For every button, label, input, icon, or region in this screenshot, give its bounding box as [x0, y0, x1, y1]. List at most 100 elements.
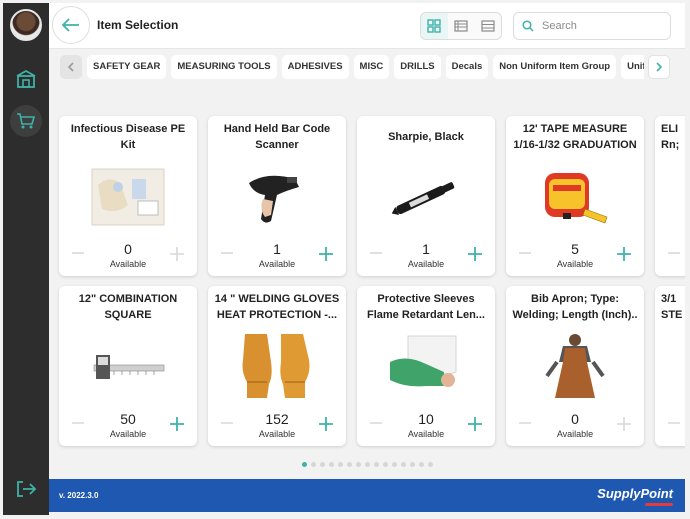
pe-kit-image: [83, 162, 173, 232]
page-dot[interactable]: [427, 462, 433, 467]
availability-label: Available: [258, 429, 296, 439]
page-dot[interactable]: [355, 462, 361, 467]
list-view-button[interactable]: [448, 13, 475, 39]
plus-icon: [319, 417, 333, 431]
increase-qty-button[interactable]: [467, 416, 483, 432]
version-label: v. 2022.3.0: [59, 491, 99, 500]
home-button[interactable]: [10, 63, 42, 95]
app-window: Item Selection Search SAFETY GEAR MEASUR…: [0, 0, 690, 519]
item-name: Protective Sleeves Flame Retardant Len..…: [367, 293, 485, 321]
page-dot[interactable]: [418, 462, 424, 467]
minus-icon: [221, 422, 233, 424]
minus-icon: [221, 252, 233, 254]
logout-button[interactable]: [10, 473, 42, 505]
decrease-qty-button[interactable]: [220, 246, 234, 260]
increase-qty-button[interactable]: [169, 416, 185, 432]
search-input[interactable]: [542, 20, 662, 32]
table-view-button[interactable]: [474, 13, 501, 39]
table-icon: [481, 20, 495, 32]
availability-label: Available: [109, 429, 147, 439]
plus-icon: [468, 417, 482, 431]
item-card[interactable]: Infectious Disease PE Kit 0 Available: [59, 116, 197, 276]
item-card[interactable]: Sharpie, Black 1 Available: [357, 116, 495, 276]
page-dot[interactable]: [337, 462, 343, 467]
category-chip[interactable]: Uniform: [621, 55, 644, 79]
item-quantity: 0: [124, 241, 132, 257]
increase-qty-button[interactable]: [169, 246, 185, 262]
category-chip[interactable]: SAFETY GEAR: [87, 55, 167, 79]
category-chip[interactable]: MISC: [353, 55, 390, 79]
increase-qty-button[interactable]: [467, 246, 483, 262]
chevron-right-icon: [656, 62, 663, 72]
search-icon: [522, 20, 534, 32]
user-avatar[interactable]: [10, 9, 42, 41]
decrease-qty-button[interactable]: [220, 416, 234, 430]
back-button[interactable]: [52, 6, 90, 44]
arrow-left-icon: [62, 18, 79, 32]
page-dot[interactable]: [373, 462, 379, 467]
item-card-partial[interactable]: ELI Rn;: [655, 116, 685, 276]
minus-icon: [370, 252, 382, 254]
cart-button[interactable]: [10, 105, 42, 137]
page-dot[interactable]: [346, 462, 352, 467]
increase-qty-button[interactable]: [318, 246, 334, 262]
item-name: Sharpie, Black: [388, 131, 464, 143]
category-scroll-left-button[interactable]: [60, 55, 82, 79]
increase-qty-button[interactable]: [616, 246, 632, 262]
plus-icon: [170, 417, 184, 431]
page-dot[interactable]: [301, 462, 307, 467]
item-card-partial[interactable]: 3/1 STE: [655, 286, 685, 446]
minus-icon: [519, 252, 531, 254]
item-card[interactable]: Hand Held Bar Code Scanner 1 Available: [208, 116, 346, 276]
category-chip[interactable]: Non Uniform Item Group: [493, 55, 617, 79]
page-dot[interactable]: [382, 462, 388, 467]
decrease-qty-button[interactable]: [667, 416, 681, 430]
item-name: 12" COMBINATION SQUARE: [78, 293, 178, 321]
category-chip[interactable]: MEASURING TOOLS: [171, 55, 277, 79]
page-dot[interactable]: [400, 462, 406, 467]
tape-measure-image: [530, 162, 620, 232]
decrease-qty-button[interactable]: [71, 246, 85, 260]
item-card[interactable]: 12" COMBINATION SQUARE 50 Available: [59, 286, 197, 446]
minus-icon: [668, 252, 680, 254]
decrease-qty-button[interactable]: [518, 246, 532, 260]
plus-icon: [319, 247, 333, 261]
availability-label: Available: [407, 259, 445, 269]
decrease-qty-button[interactable]: [369, 416, 383, 430]
plus-icon: [170, 247, 184, 261]
category-chip[interactable]: Decals: [445, 55, 489, 79]
minus-icon: [72, 252, 84, 254]
item-name: 12' TAPE MEASURE 1/16-1/32 GRADUATION BE…: [513, 123, 637, 151]
decrease-qty-button[interactable]: [518, 416, 532, 430]
grid-view-button[interactable]: [421, 13, 448, 39]
category-chip[interactable]: ADHESIVES: [281, 55, 349, 79]
category-bar: SAFETY GEAR MEASURING TOOLS ADHESIVES MISC D…: [49, 49, 685, 85]
page-dot[interactable]: [391, 462, 397, 467]
left-nav-rail: [3, 3, 49, 515]
page-dot[interactable]: [319, 462, 325, 467]
page-dot[interactable]: [364, 462, 370, 467]
page-dot[interactable]: [409, 462, 415, 467]
chevron-left-icon: [67, 62, 74, 72]
decrease-qty-button[interactable]: [71, 416, 85, 430]
combination-square-image: [83, 332, 173, 402]
item-card[interactable]: 14 " WELDING GLOVES HEAT PROTECTION -...…: [208, 286, 346, 446]
item-quantity: 10: [418, 411, 434, 427]
brand-logo: SupplyPoint: [597, 486, 673, 501]
decrease-qty-button[interactable]: [667, 246, 681, 260]
increase-qty-button[interactable]: [616, 416, 632, 432]
store-icon: [16, 69, 36, 88]
item-name: 3/1 STE: [661, 293, 683, 321]
decrease-qty-button[interactable]: [369, 246, 383, 260]
category-chip[interactable]: DRILLS: [394, 55, 441, 79]
item-card[interactable]: Protective Sleeves Flame Retardant Len..…: [357, 286, 495, 446]
item-quantity: 0: [571, 411, 579, 427]
item-card[interactable]: 12' TAPE MEASURE 1/16-1/32 GRADUATION BE…: [506, 116, 644, 276]
minus-icon: [72, 422, 84, 424]
top-bar: Item Selection: [49, 3, 685, 49]
page-dot[interactable]: [328, 462, 334, 467]
category-scroll-right-button[interactable]: [648, 55, 670, 79]
increase-qty-button[interactable]: [318, 416, 334, 432]
page-dot[interactable]: [310, 462, 316, 467]
item-card[interactable]: Bib Apron; Type: Welding; Length (Inch).…: [506, 286, 644, 446]
